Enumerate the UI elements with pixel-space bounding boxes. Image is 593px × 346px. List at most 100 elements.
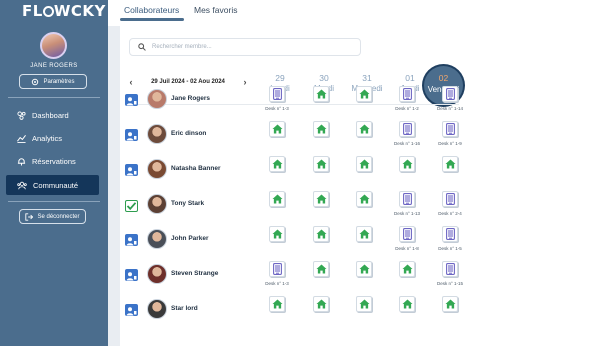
desk-label: Desk n° 1-3 [265, 106, 289, 111]
community-icon [17, 181, 27, 189]
user-badge-icon[interactable] [125, 94, 138, 106]
avatar[interactable] [147, 159, 167, 179]
settings-button[interactable]: Paramètres [19, 74, 87, 89]
username: JANE ROGERS [30, 63, 78, 69]
home-icon [313, 261, 329, 277]
remote-day-cell[interactable] [267, 295, 287, 315]
avatar[interactable] [147, 124, 167, 144]
remote-day-cell[interactable] [397, 260, 417, 280]
user-badge-icon[interactable] [125, 234, 138, 246]
desk-icon [269, 86, 285, 102]
collaborator-name[interactable]: Jane Rogers [171, 95, 210, 102]
home-icon [356, 121, 372, 137]
collaborator-row: Jane Rogers Desk n° 1-3 Desk n° 1-2 Desk n°… [120, 84, 593, 119]
nav-community[interactable]: Communauté [6, 175, 99, 195]
home-icon [356, 191, 372, 207]
logout-icon [25, 212, 34, 221]
home-icon [269, 156, 285, 172]
desk-icon [269, 261, 285, 277]
desk-icon [442, 121, 458, 137]
collaborator-name[interactable]: Tony Stark [171, 200, 204, 207]
desk-booking-cell[interactable] [397, 225, 417, 245]
remote-day-cell[interactable] [354, 120, 374, 140]
nav-community-label: Communauté [33, 180, 79, 190]
search-input[interactable]: Rechercher membre... [129, 38, 361, 56]
avatar[interactable] [147, 299, 167, 319]
remote-day-cell[interactable] [354, 85, 374, 105]
user-badge-icon[interactable] [125, 304, 138, 316]
remote-day-cell[interactable] [440, 295, 460, 315]
nav-dashboard-label: Dashboard [32, 110, 69, 120]
active-tab-indicator [120, 18, 184, 21]
user-badge-icon[interactable] [125, 164, 138, 176]
home-icon [269, 296, 285, 312]
desk-booking-cell[interactable] [397, 85, 417, 105]
remote-day-cell[interactable] [311, 155, 331, 175]
remote-day-cell[interactable] [354, 260, 374, 280]
home-icon [442, 296, 458, 312]
home-icon [356, 296, 372, 312]
nav-reservations[interactable]: Réservations [6, 151, 99, 171]
remote-day-cell[interactable] [354, 295, 374, 315]
reservations-icon [17, 157, 26, 166]
home-icon [269, 121, 285, 137]
collaborator-name[interactable]: Star lord [171, 305, 198, 312]
desk-booking-cell[interactable] [440, 85, 460, 105]
remote-day-cell[interactable] [311, 260, 331, 280]
avatar[interactable] [147, 89, 167, 109]
home-icon [313, 296, 329, 312]
desk-icon [442, 226, 458, 242]
remote-day-cell[interactable] [311, 120, 331, 140]
home-icon [269, 191, 285, 207]
avatar[interactable] [147, 229, 167, 249]
remote-day-cell[interactable] [311, 85, 331, 105]
remote-day-cell[interactable] [311, 295, 331, 315]
user-badge-icon[interactable] [125, 269, 138, 281]
desk-booking-cell[interactable] [267, 85, 287, 105]
desk-booking-cell[interactable] [267, 260, 287, 280]
settings-label: Paramètres [43, 78, 75, 85]
desk-booking-cell[interactable] [440, 260, 460, 280]
collaborator-name[interactable]: Eric dinson [171, 130, 206, 137]
desk-booking-cell[interactable] [440, 190, 460, 210]
desk-booking-cell[interactable] [397, 120, 417, 140]
search-icon [138, 43, 146, 51]
desk-booking-cell[interactable] [440, 120, 460, 140]
avatar[interactable] [147, 194, 167, 214]
desk-label: Desk n° 1-13 [393, 211, 421, 216]
collaborator-row: John Parker Desk n° 1-8 Desk n° 1-5 [120, 224, 593, 259]
remote-day-cell[interactable] [440, 155, 460, 175]
collaborator-name[interactable]: Steven Strange [171, 270, 218, 277]
app-logo[interactable]: FL WCKY [22, 2, 106, 20]
desk-booking-cell[interactable] [397, 190, 417, 210]
desk-label: Desk n° 1-16 [393, 141, 421, 146]
remote-day-cell[interactable] [311, 225, 331, 245]
remote-day-cell[interactable] [354, 225, 374, 245]
remote-day-cell[interactable] [267, 190, 287, 210]
desk-booking-cell[interactable] [440, 225, 460, 245]
tab-mes-favoris[interactable]: Mes favoris [194, 5, 237, 15]
remote-day-cell[interactable] [397, 295, 417, 315]
user-badge-icon[interactable] [125, 129, 138, 141]
nav-dashboard[interactable]: Dashboard [6, 105, 99, 125]
home-icon [356, 261, 372, 277]
remote-day-cell[interactable] [354, 190, 374, 210]
home-icon [313, 191, 329, 207]
tab-collaborateurs[interactable]: Collaborateurs [124, 5, 179, 15]
analytics-icon [17, 134, 26, 143]
collaborator-name[interactable]: John Parker [171, 235, 209, 242]
nav-analytics[interactable]: Analytics [6, 128, 99, 148]
remote-day-cell[interactable] [354, 155, 374, 175]
remote-day-cell[interactable] [267, 225, 287, 245]
desk-label: Desk n° 1-8 [395, 246, 419, 251]
remote-day-cell[interactable] [311, 190, 331, 210]
logout-button[interactable]: Se déconnecter [19, 209, 86, 224]
user-avatar[interactable] [40, 32, 67, 59]
main-area: Collaborateurs Mes favoris Rechercher me… [108, 0, 593, 346]
remote-day-cell[interactable] [267, 120, 287, 140]
remote-day-cell[interactable] [267, 155, 287, 175]
remote-day-cell[interactable] [397, 155, 417, 175]
checkbox-checked-icon[interactable] [125, 199, 138, 212]
collaborator-name[interactable]: Natasha Banner [171, 165, 221, 172]
avatar[interactable] [147, 264, 167, 284]
